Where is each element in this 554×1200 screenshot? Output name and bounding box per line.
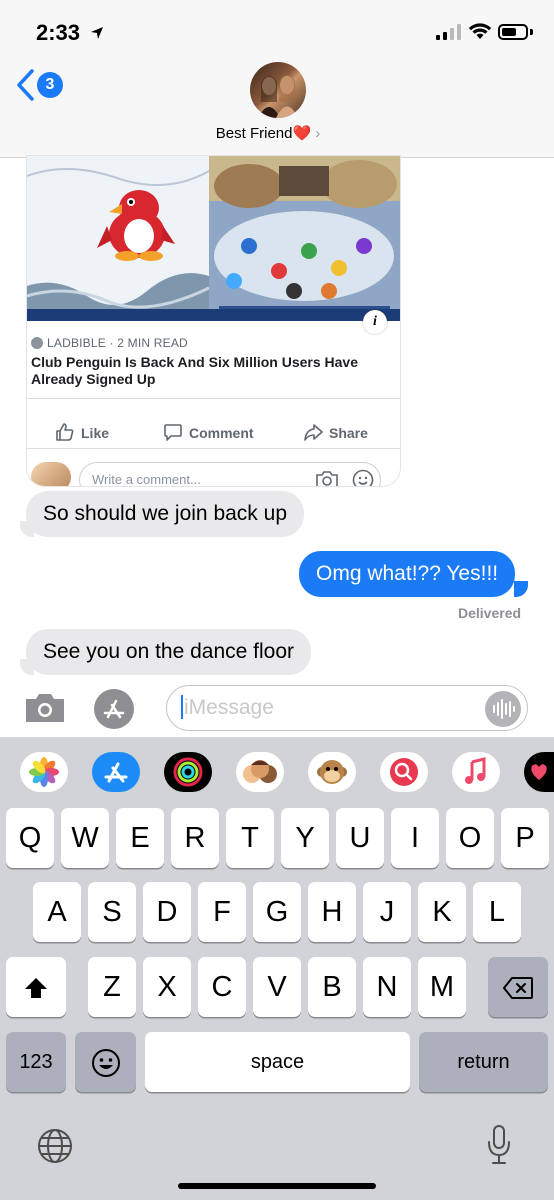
camera-icon[interactable]: [24, 693, 66, 723]
key-m[interactable]: M: [418, 957, 466, 1017]
memoji-icon[interactable]: [236, 752, 284, 792]
article-source: LADBIBLE · 2 MIN READ: [31, 336, 188, 350]
key-j[interactable]: J: [363, 882, 411, 942]
status-time: 2:33: [36, 20, 81, 45]
link-preview-card[interactable]: i LADBIBLE · 2 MIN READ Club Penguin Is …: [27, 156, 400, 486]
key-v[interactable]: V: [253, 957, 301, 1017]
bubble-tail: [514, 581, 528, 597]
key-f[interactable]: F: [198, 882, 246, 942]
shift-arrow-icon: [25, 978, 47, 999]
unread-count-badge[interactable]: 3: [37, 72, 63, 98]
photos-icon[interactable]: [20, 752, 68, 792]
web-search-icon[interactable]: [380, 752, 428, 792]
music-icon[interactable]: [452, 752, 500, 792]
key-p[interactable]: P: [501, 808, 549, 868]
imessage-placeholder: iMessage: [184, 696, 274, 719]
commenter-avatar: [31, 462, 71, 486]
home-indicator[interactable]: [178, 1183, 376, 1189]
contact-avatar[interactable]: [250, 62, 306, 118]
key-e[interactable]: E: [116, 808, 164, 868]
key-s[interactable]: S: [88, 882, 136, 942]
sent-message-bubble[interactable]: Omg what!?? Yes!!!: [299, 551, 516, 597]
emoji-key[interactable]: [75, 1032, 136, 1092]
received-message-bubble[interactable]: So should we join back up: [26, 491, 304, 537]
card-divider-2: [27, 448, 400, 449]
text-caret: [181, 695, 183, 719]
info-icon[interactable]: i: [363, 310, 387, 334]
share-label: Share: [329, 425, 368, 441]
penguin-image: [27, 156, 209, 321]
key-b[interactable]: B: [308, 957, 356, 1017]
avatar-photo: [258, 74, 298, 118]
app-store-icon: [103, 699, 125, 719]
activity-icon[interactable]: [164, 752, 212, 792]
location-arrow-icon: [91, 27, 103, 39]
card-divider: [27, 398, 400, 399]
delete-key[interactable]: [488, 957, 548, 1017]
source-text: LADBIBLE · 2 MIN READ: [47, 336, 188, 350]
key-w[interactable]: W: [61, 808, 109, 868]
key-h[interactable]: H: [308, 882, 356, 942]
battery-icon: [498, 24, 528, 40]
microphone-icon[interactable]: [486, 1124, 512, 1166]
shift-key[interactable]: [6, 957, 66, 1017]
key-a[interactable]: A: [33, 882, 81, 942]
space-key[interactable]: space: [145, 1032, 410, 1092]
key-k[interactable]: K: [418, 882, 466, 942]
app-store-icon[interactable]: [92, 752, 140, 792]
article-headline[interactable]: Club Penguin Is Back And Six Million Use…: [31, 354, 381, 388]
image-bottom-bar: [27, 309, 400, 321]
share-icon: [304, 424, 323, 441]
imessage-input[interactable]: iMessage: [166, 685, 528, 731]
comment-label: Comment: [189, 425, 254, 441]
key-u[interactable]: U: [336, 808, 384, 868]
key-o[interactable]: O: [446, 808, 494, 868]
key-g[interactable]: G: [253, 882, 301, 942]
key-i[interactable]: I: [391, 808, 439, 868]
waveform-icon: [493, 699, 515, 719]
key-d[interactable]: D: [143, 882, 191, 942]
battery-cap: [530, 29, 533, 35]
lightning-icon: [31, 337, 43, 349]
key-z[interactable]: Z: [88, 957, 136, 1017]
like-button[interactable]: Like: [55, 422, 109, 442]
thumbs-up-icon: [56, 423, 74, 441]
chevron-right-icon: ›: [315, 125, 321, 142]
wifi-icon: [468, 23, 492, 39]
contact-name[interactable]: Best Friend❤️ ›: [150, 124, 386, 142]
return-key[interactable]: return: [419, 1032, 548, 1092]
app-store-button[interactable]: [94, 689, 134, 729]
key-r[interactable]: R: [171, 808, 219, 868]
camera-icon[interactable]: [315, 470, 339, 486]
cellular-signal-icon: [436, 24, 461, 40]
key-q[interactable]: Q: [6, 808, 54, 868]
key-x[interactable]: X: [143, 957, 191, 1017]
emoji-icon: [91, 1049, 120, 1078]
key-n[interactable]: N: [363, 957, 411, 1017]
received-message-bubble[interactable]: See you on the dance floor: [26, 629, 312, 675]
key-t[interactable]: T: [226, 808, 274, 868]
heart-emoji: ❤️: [292, 125, 312, 142]
digital-touch-icon[interactable]: [524, 752, 554, 792]
contact-name-text: Best Friend: [215, 125, 293, 142]
comment-icon: [164, 424, 182, 441]
key-l[interactable]: L: [473, 882, 521, 942]
key-c[interactable]: C: [198, 957, 246, 1017]
audio-record-button[interactable]: [485, 691, 521, 727]
comment-button[interactable]: Comment: [163, 422, 254, 442]
game-screenshot-image: [209, 156, 400, 321]
back-chevron-icon[interactable]: [14, 68, 36, 102]
delivery-status: Delivered: [458, 605, 522, 621]
numbers-key[interactable]: 123: [6, 1032, 66, 1092]
key-y[interactable]: Y: [281, 808, 329, 868]
backspace-icon: [503, 977, 533, 1000]
emoji-icon[interactable]: [352, 469, 374, 486]
globe-icon[interactable]: [37, 1128, 73, 1164]
animoji-icon[interactable]: [308, 752, 356, 792]
share-button[interactable]: Share: [303, 422, 368, 442]
like-label: Like: [81, 425, 110, 441]
